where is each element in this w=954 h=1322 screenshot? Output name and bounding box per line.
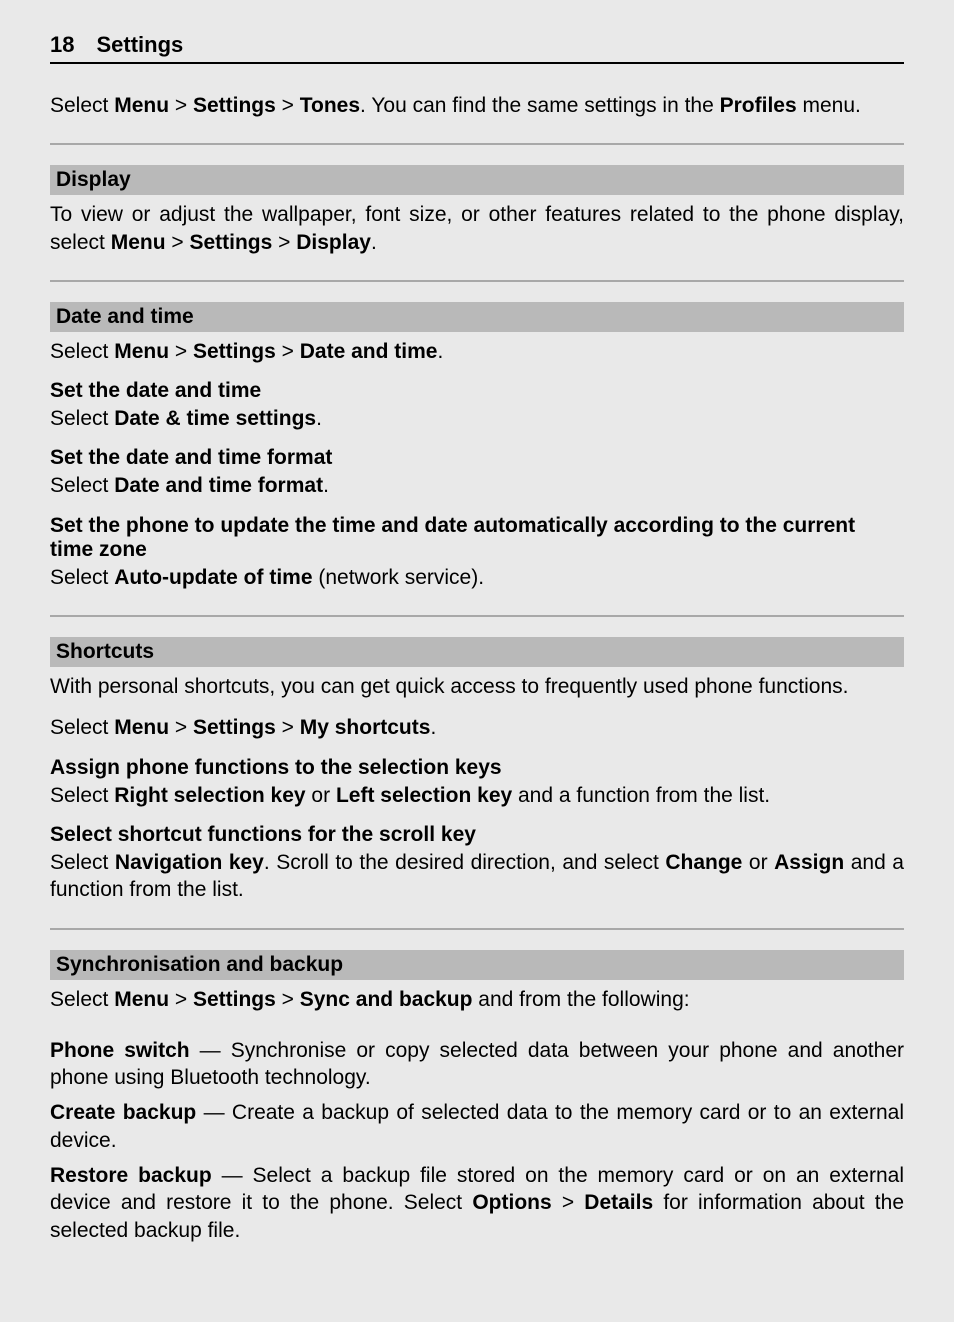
assign-label: Assign: [774, 851, 844, 874]
settings-label: Settings: [193, 340, 276, 363]
text: . You can find the same settings in the: [360, 94, 720, 117]
change-label: Change: [665, 851, 742, 874]
sync-select: Select Menu > Settings > Sync and backup…: [50, 986, 904, 1013]
date-time-settings-label: Date & time settings: [114, 407, 316, 430]
text: .: [316, 407, 322, 430]
separator: >: [276, 988, 300, 1011]
navigation-key-label: Navigation key: [115, 851, 264, 874]
scroll-key-paragraph: Select Navigation key. Scroll to the des…: [50, 849, 904, 904]
set-date-time-paragraph: Select Date & time settings.: [50, 405, 904, 432]
separator: >: [169, 340, 193, 363]
display-label: Display: [296, 231, 371, 254]
left-selection-key-label: Left selection key: [336, 784, 512, 807]
phone-switch-item: Phone switch — Synchronise or copy selec…: [50, 1037, 904, 1092]
page-header: 18 Settings: [50, 32, 904, 64]
restore-backup-item: Restore backup — Select a backup file st…: [50, 1162, 904, 1244]
document-page: 18 Settings Select Menu > Settings > Ton…: [0, 0, 954, 1322]
restore-backup-label: Restore backup: [50, 1164, 212, 1187]
section-heading-shortcuts: Shortcuts: [50, 637, 904, 667]
page-number: 18: [50, 32, 74, 58]
text: or: [306, 784, 336, 807]
separator: >: [552, 1191, 585, 1214]
menu-label: Menu: [111, 231, 166, 254]
menu-label: Menu: [114, 988, 169, 1011]
text: Select: [50, 716, 114, 739]
menu-label: Menu: [114, 94, 169, 117]
settings-label: Settings: [193, 94, 276, 117]
shortcuts-select: Select Menu > Settings > My shortcuts.: [50, 714, 904, 741]
text: or: [742, 851, 774, 874]
text: (network service).: [313, 566, 485, 589]
separator: >: [272, 231, 296, 254]
sub-heading-set-date-time: Set the date and time: [50, 379, 904, 403]
options-label: Options: [472, 1191, 551, 1214]
separator: >: [169, 988, 193, 1011]
separator: >: [169, 716, 193, 739]
auto-update-paragraph: Select Auto-update of time (network serv…: [50, 564, 904, 591]
section-heading-display: Display: [50, 165, 904, 195]
section-divider: [50, 143, 904, 145]
text: .: [437, 340, 443, 363]
text: Select: [50, 94, 114, 117]
text: .: [371, 231, 377, 254]
sub-heading-set-date-time-format: Set the date and time format: [50, 446, 904, 470]
section-divider: [50, 928, 904, 930]
right-selection-key-label: Right selection key: [114, 784, 305, 807]
display-paragraph: To view or adjust the wallpaper, font si…: [50, 201, 904, 256]
datetime-label: Date and time: [300, 340, 438, 363]
shortcuts-intro: With personal shortcuts, you can get qui…: [50, 673, 904, 700]
separator: >: [169, 94, 193, 117]
separator: >: [276, 340, 300, 363]
sub-heading-auto-update: Set the phone to update the time and dat…: [50, 514, 904, 562]
sync-backup-label: Sync and backup: [300, 988, 473, 1011]
separator: >: [276, 94, 300, 117]
phone-switch-label: Phone switch: [50, 1039, 190, 1062]
text: Select: [50, 474, 114, 497]
sub-heading-scroll-key: Select shortcut functions for the scroll…: [50, 823, 904, 847]
create-backup-label: Create backup: [50, 1101, 196, 1124]
page-title: Settings: [96, 32, 183, 58]
separator: >: [166, 231, 190, 254]
text: Select: [50, 340, 114, 363]
details-label: Details: [584, 1191, 653, 1214]
datetime-select: Select Menu > Settings > Date and time.: [50, 338, 904, 365]
section-heading-sync: Synchronisation and backup: [50, 950, 904, 980]
auto-update-label: Auto-update of time: [114, 566, 312, 589]
text: and a function from the list.: [512, 784, 770, 807]
text: .: [430, 716, 436, 739]
sub-heading-assign-selection-keys: Assign phone functions to the selection …: [50, 756, 904, 780]
settings-label: Settings: [193, 988, 276, 1011]
date-time-format-label: Date and time format: [114, 474, 323, 497]
separator: >: [276, 716, 300, 739]
text: Select: [50, 407, 114, 430]
tones-paragraph: Select Menu > Settings > Tones. You can …: [50, 92, 904, 119]
text: menu.: [797, 94, 861, 117]
assign-selection-keys-paragraph: Select Right selection key or Left selec…: [50, 782, 904, 809]
tones-label: Tones: [300, 94, 360, 117]
profiles-label: Profiles: [720, 94, 797, 117]
text: and from the following:: [472, 988, 689, 1011]
section-heading-datetime: Date and time: [50, 302, 904, 332]
section-divider: [50, 615, 904, 617]
text: .: [323, 474, 329, 497]
text: . Scroll to the desired direction, and s…: [264, 851, 665, 874]
settings-label: Settings: [193, 716, 276, 739]
text: Select: [50, 784, 114, 807]
menu-label: Menu: [114, 716, 169, 739]
text: Select: [50, 988, 114, 1011]
menu-label: Menu: [114, 340, 169, 363]
create-backup-item: Create backup — Create a backup of selec…: [50, 1099, 904, 1154]
settings-label: Settings: [189, 231, 272, 254]
text: Select: [50, 566, 114, 589]
my-shortcuts-label: My shortcuts: [300, 716, 431, 739]
set-date-time-format-paragraph: Select Date and time format.: [50, 472, 904, 499]
text: Select: [50, 851, 115, 874]
section-divider: [50, 280, 904, 282]
